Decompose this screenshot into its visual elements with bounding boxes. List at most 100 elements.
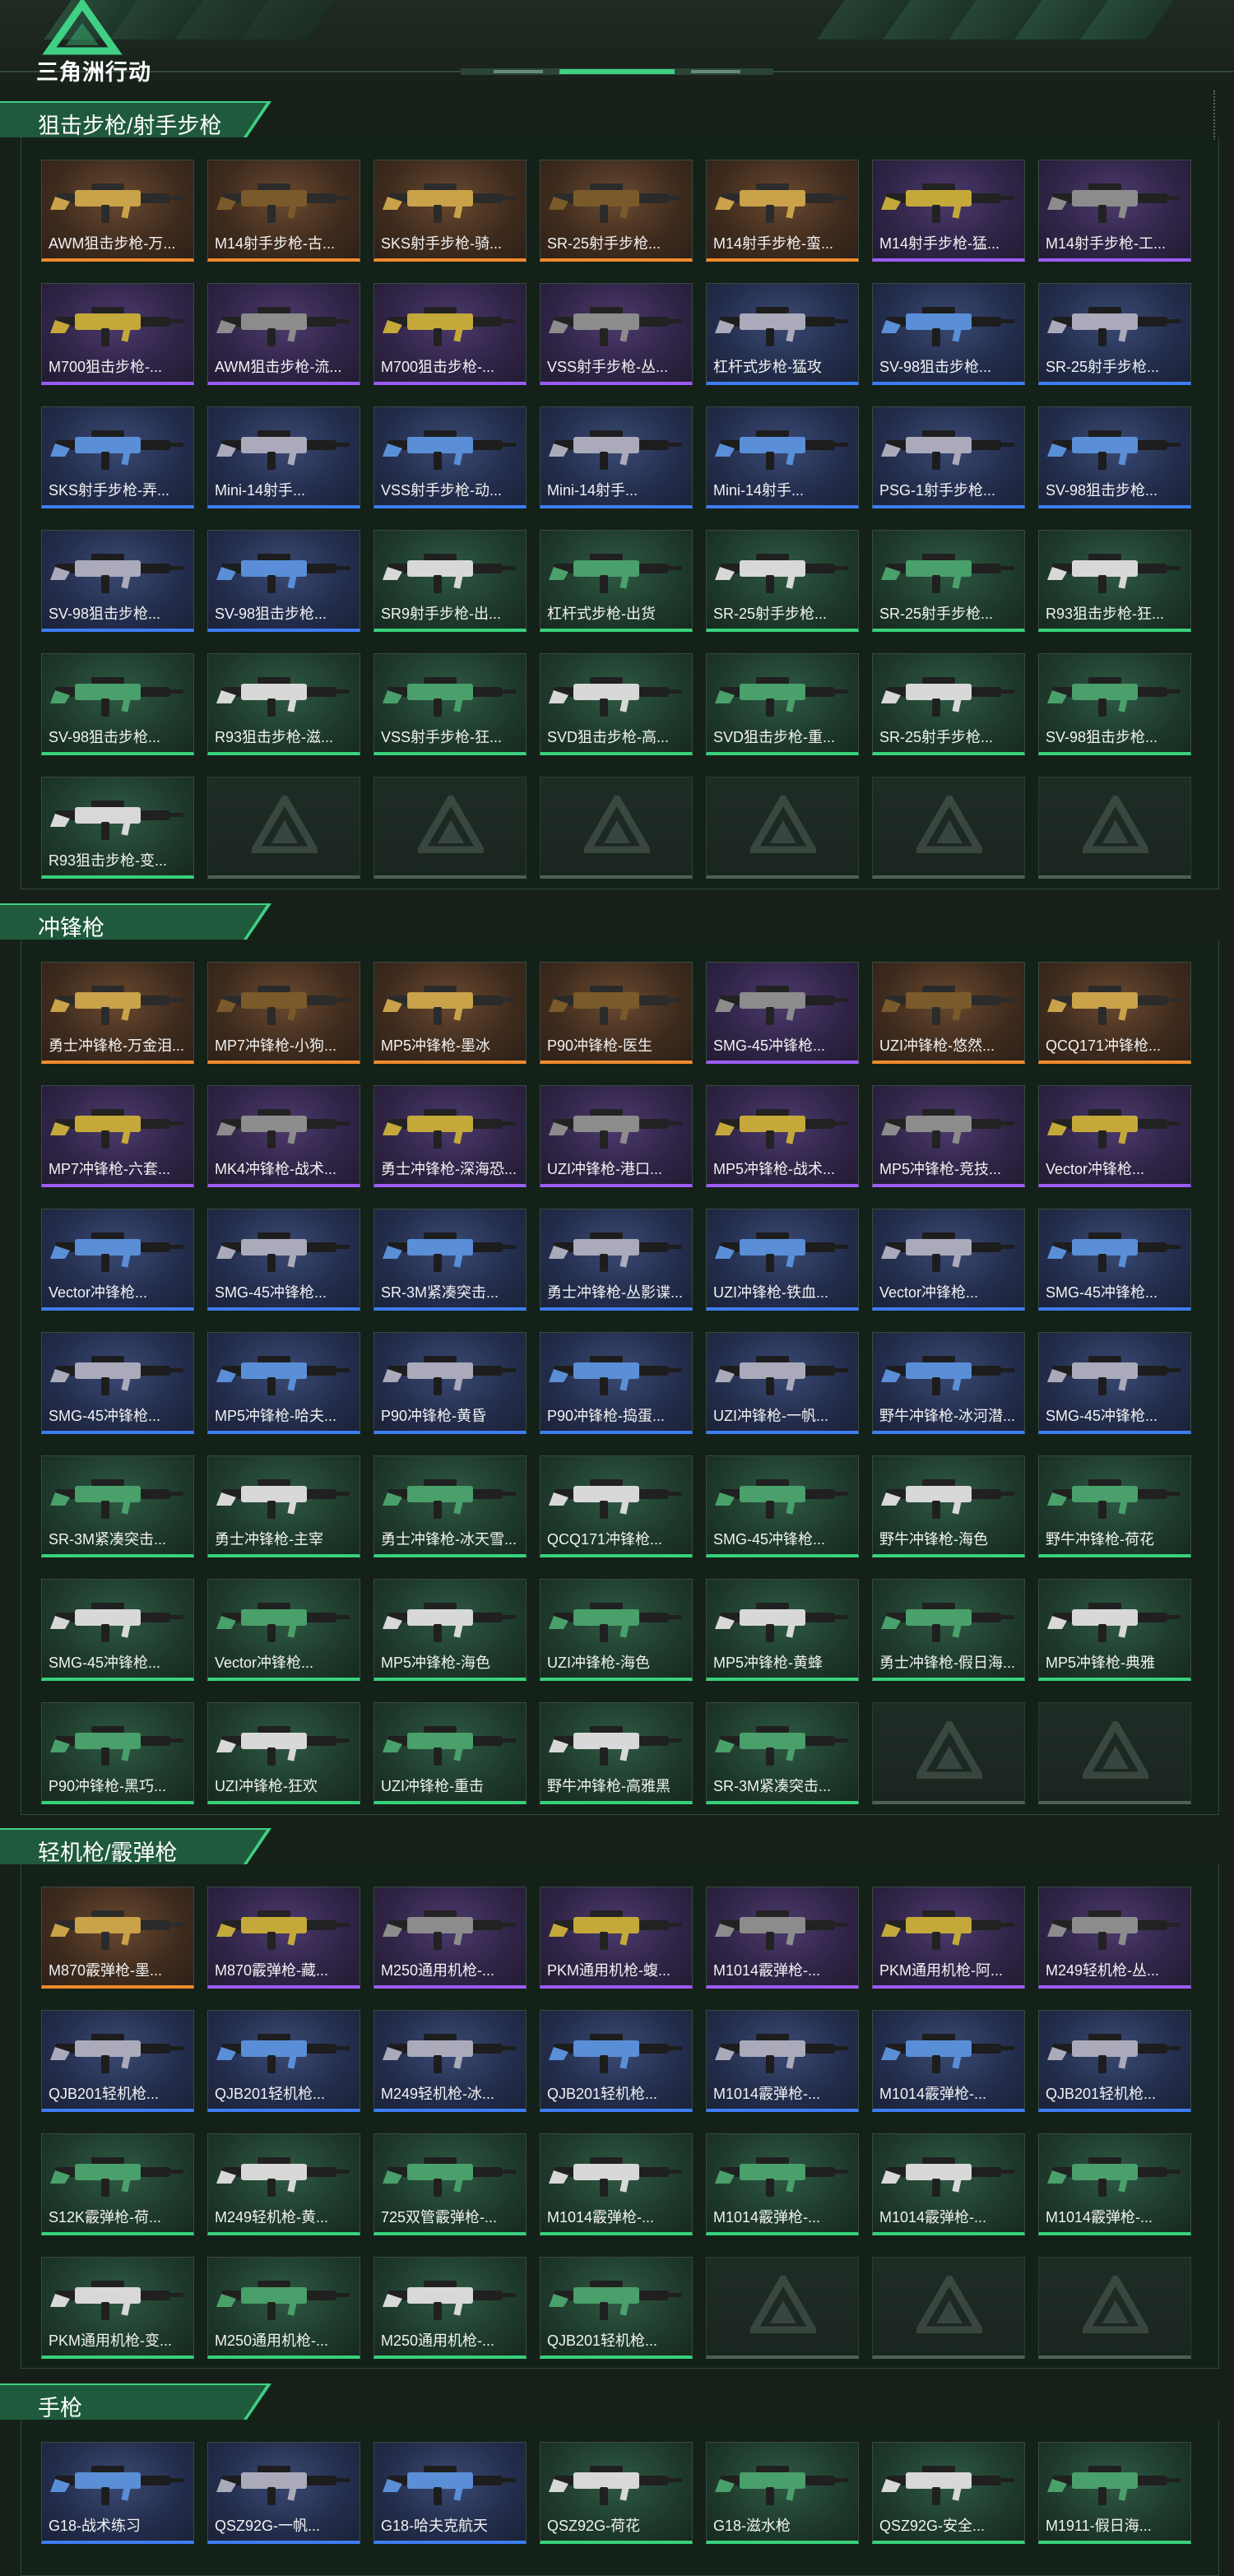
weapon-skin-card[interactable]: AWM狙击步枪-万... [41, 160, 194, 262]
weapon-skin-card[interactable]: 勇士冲锋枪-假日海... [872, 1579, 1025, 1681]
weapon-skin-card[interactable]: MP5冲锋枪-哈夫... [207, 1332, 360, 1434]
weapon-skin-card[interactable]: M14射手步枪-工... [1038, 160, 1191, 262]
weapon-skin-card[interactable]: SVD狙击步枪-高... [540, 653, 693, 755]
weapon-skin-card[interactable]: M1014霰弹枪-... [872, 2133, 1025, 2235]
weapon-skin-card[interactable]: SMG-45冲锋枪... [207, 1209, 360, 1311]
weapon-skin-card[interactable]: QJB201轻机枪... [540, 2257, 693, 2359]
weapon-skin-card[interactable]: M870霰弹枪-藏... [207, 1887, 360, 1989]
weapon-skin-card[interactable]: 野牛冲锋枪-荷花 [1038, 1455, 1191, 1557]
weapon-skin-card[interactable]: QCQ171冲锋枪... [540, 1455, 693, 1557]
weapon-skin-card[interactable]: QJB201轻机枪... [540, 2010, 693, 2112]
weapon-skin-card[interactable]: 勇士冲锋枪-丛影谍... [540, 1209, 693, 1311]
weapon-skin-card[interactable]: SV-98狙击步枪... [1038, 406, 1191, 508]
weapon-skin-card[interactable]: SR-25射手步枪... [1038, 283, 1191, 385]
weapon-skin-card[interactable]: UZI冲锋枪-狂欢 [207, 1702, 360, 1804]
weapon-skin-card[interactable]: 野牛冲锋枪-海色 [872, 1455, 1025, 1557]
weapon-skin-card[interactable]: QJB201轻机枪... [207, 2010, 360, 2112]
weapon-skin-card[interactable]: MK4冲锋枪-战术... [207, 1085, 360, 1187]
weapon-skin-card[interactable]: G18-滋水枪 [706, 2442, 859, 2544]
weapon-skin-card[interactable]: SR-3M紧凑突击... [373, 1209, 527, 1311]
weapon-skin-card[interactable]: R93狙击步枪-滋... [207, 653, 360, 755]
weapon-skin-card[interactable]: 勇士冲锋枪-万金泪... [41, 962, 194, 1064]
weapon-skin-card[interactable]: Mini-14射手... [540, 406, 693, 508]
weapon-skin-card[interactable]: G18-战术练习 [41, 2442, 194, 2544]
weapon-skin-card[interactable]: 野牛冲锋枪-冰河潜... [872, 1332, 1025, 1434]
weapon-skin-card[interactable]: QSZ92G-荷花 [540, 2442, 693, 2544]
weapon-skin-card[interactable]: MP5冲锋枪-典雅 [1038, 1579, 1191, 1681]
weapon-skin-card[interactable]: MP7冲锋枪-六套... [41, 1085, 194, 1187]
weapon-skin-card[interactable]: SV-98狙击步枪... [207, 530, 360, 632]
weapon-skin-card[interactable]: 勇士冲锋枪-主宰 [207, 1455, 360, 1557]
weapon-skin-card[interactable]: SR-25射手步枪... [872, 530, 1025, 632]
weapon-skin-card[interactable]: MP5冲锋枪-黄蜂 [706, 1579, 859, 1681]
weapon-skin-card[interactable]: SMG-45冲锋枪... [41, 1332, 194, 1434]
weapon-skin-card[interactable]: QCQ171冲锋枪... [1038, 962, 1191, 1064]
weapon-skin-card[interactable]: P90冲锋枪-医生 [540, 962, 693, 1064]
weapon-skin-card[interactable]: P90冲锋枪-黑巧... [41, 1702, 194, 1804]
weapon-skin-card[interactable]: MP5冲锋枪-墨冰 [373, 962, 527, 1064]
weapon-skin-card[interactable]: SR-25射手步枪... [540, 160, 693, 262]
weapon-skin-card[interactable]: M1911-假日海... [1038, 2442, 1191, 2544]
weapon-skin-card[interactable]: M1014霰弹枪-... [706, 2133, 859, 2235]
weapon-skin-card[interactable]: SR-3M紧凑突击... [41, 1455, 194, 1557]
weapon-skin-card[interactable]: Vector冲锋枪... [872, 1209, 1025, 1311]
weapon-skin-card[interactable]: SV-98狙击步枪... [872, 283, 1025, 385]
weapon-skin-card[interactable]: SMG-45冲锋枪... [41, 1579, 194, 1681]
weapon-skin-card[interactable]: SV-98狙击步枪... [41, 530, 194, 632]
weapon-skin-card[interactable]: M1014霰弹枪-... [540, 2133, 693, 2235]
weapon-skin-card[interactable]: QJB201轻机枪... [1038, 2010, 1191, 2112]
weapon-skin-card[interactable]: SR-3M紧凑突击... [706, 1702, 859, 1804]
weapon-skin-card[interactable]: Vector冲锋枪... [1038, 1085, 1191, 1187]
weapon-skin-card[interactable]: PKM通用机枪-蝮... [540, 1887, 693, 1989]
weapon-skin-card[interactable]: M1014霰弹枪-... [706, 1887, 859, 1989]
weapon-skin-card[interactable]: VSS射手步枪-狂... [373, 653, 527, 755]
weapon-skin-card[interactable]: M249轻机枪-冰... [373, 2010, 527, 2112]
weapon-skin-card[interactable]: R93狙击步枪-变... [41, 777, 194, 879]
weapon-skin-card[interactable]: PKM通用机枪-阿... [872, 1887, 1025, 1989]
weapon-skin-card[interactable]: P90冲锋枪-黄昏 [373, 1332, 527, 1434]
weapon-skin-card[interactable]: VSS射手步枪-丛... [540, 283, 693, 385]
weapon-skin-card[interactable]: M1014霰弹枪-... [706, 2010, 859, 2112]
weapon-skin-card[interactable]: Vector冲锋枪... [207, 1579, 360, 1681]
weapon-skin-card[interactable]: M700狙击步枪-... [41, 283, 194, 385]
weapon-skin-card[interactable]: UZI冲锋枪-港口... [540, 1085, 693, 1187]
weapon-skin-card[interactable]: SMG-45冲锋枪... [706, 962, 859, 1064]
weapon-skin-card[interactable]: S12K霰弹枪-荷... [41, 2133, 194, 2235]
weapon-skin-card[interactable]: SKS射手步枪-弄... [41, 406, 194, 508]
weapon-skin-card[interactable]: SMG-45冲锋枪... [1038, 1332, 1191, 1434]
weapon-skin-card[interactable]: QJB201轻机枪... [41, 2010, 194, 2112]
weapon-skin-card[interactable]: 勇士冲锋枪-冰天雪... [373, 1455, 527, 1557]
weapon-skin-card[interactable]: M14射手步枪-猛... [872, 160, 1025, 262]
weapon-skin-card[interactable]: SR-25射手步枪... [706, 530, 859, 632]
weapon-skin-card[interactable]: G18-哈夫克航天 [373, 2442, 527, 2544]
weapon-skin-card[interactable]: SR9射手步枪-出... [373, 530, 527, 632]
weapon-skin-card[interactable]: VSS射手步枪-动... [373, 406, 527, 508]
weapon-skin-card[interactable]: M1014霰弹枪-... [1038, 2133, 1191, 2235]
weapon-skin-card[interactable]: SV-98狙击步枪... [1038, 653, 1191, 755]
weapon-skin-card[interactable]: M14射手步枪-古... [207, 160, 360, 262]
weapon-skin-card[interactable]: M249轻机枪-黄... [207, 2133, 360, 2235]
weapon-skin-card[interactable]: P90冲锋枪-捣蛋... [540, 1332, 693, 1434]
weapon-skin-card[interactable]: SKS射手步枪-骑... [373, 160, 527, 262]
weapon-skin-card[interactable]: 725双管霰弹枪-... [373, 2133, 527, 2235]
weapon-skin-card[interactable]: 杠杆式步枪-猛攻 [706, 283, 859, 385]
weapon-skin-card[interactable]: 野牛冲锋枪-高雅黑 [540, 1702, 693, 1804]
weapon-skin-card[interactable]: R93狙击步枪-狂... [1038, 530, 1191, 632]
weapon-skin-card[interactable]: MP5冲锋枪-竞技... [872, 1085, 1025, 1187]
weapon-skin-card[interactable]: SMG-45冲锋枪... [706, 1455, 859, 1557]
weapon-skin-card[interactable]: MP7冲锋枪-小狗... [207, 962, 360, 1064]
weapon-skin-card[interactable]: Mini-14射手... [207, 406, 360, 508]
weapon-skin-card[interactable]: SV-98狙击步枪... [41, 653, 194, 755]
scrollbar[interactable] [1213, 91, 1218, 140]
weapon-skin-card[interactable]: SVD狙击步枪-重... [706, 653, 859, 755]
weapon-skin-card[interactable]: M700狙击步枪-... [373, 283, 527, 385]
weapon-skin-card[interactable]: UZI冲锋枪-重击 [373, 1702, 527, 1804]
weapon-skin-card[interactable]: AWM狙击步枪-流... [207, 283, 360, 385]
weapon-skin-card[interactable]: MP5冲锋枪-海色 [373, 1579, 527, 1681]
weapon-skin-card[interactable]: QSZ92G-安全... [872, 2442, 1025, 2544]
weapon-skin-card[interactable]: M250通用机枪-... [373, 1887, 527, 1989]
weapon-skin-card[interactable]: UZI冲锋枪-铁血... [706, 1209, 859, 1311]
weapon-skin-card[interactable]: UZI冲锋枪-一帆... [706, 1332, 859, 1434]
weapon-skin-card[interactable]: SMG-45冲锋枪... [1038, 1209, 1191, 1311]
weapon-skin-card[interactable]: M870霰弹枪-墨... [41, 1887, 194, 1989]
